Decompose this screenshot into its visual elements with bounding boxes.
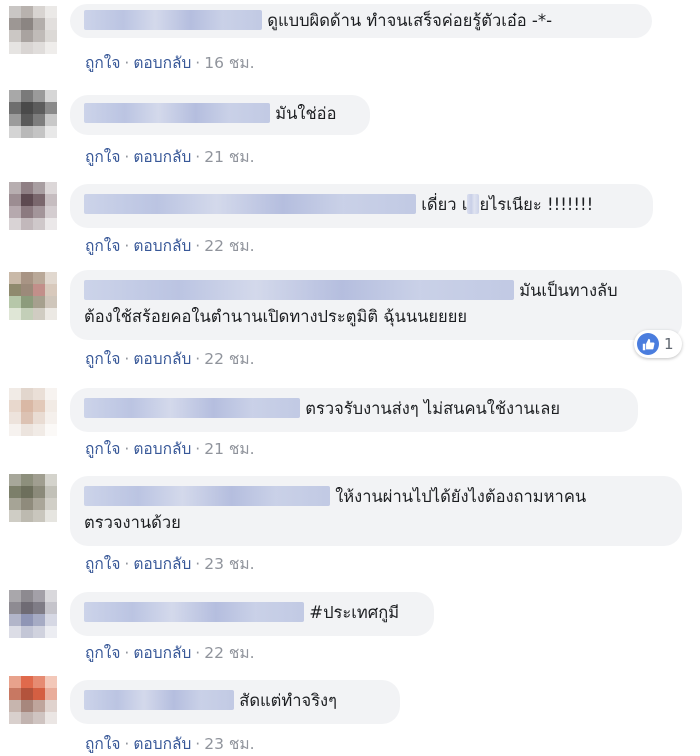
blurred-author-name[interactable] bbox=[84, 103, 270, 123]
like-link[interactable]: ถูกใจ bbox=[85, 644, 120, 662]
comment-bubble: มันเป็นทางลับ ต้องใช้สร้อยคอในตำนานเปิดท… bbox=[70, 270, 682, 340]
like-thumb-icon bbox=[637, 333, 659, 355]
comment-actions: ถูกใจ · ตอบกลับ · 22 ชม. bbox=[85, 350, 255, 368]
reply-link[interactable]: ตอบกลับ bbox=[133, 350, 191, 368]
avatar[interactable] bbox=[9, 590, 57, 638]
reply-link[interactable]: ตอบกลับ bbox=[133, 148, 191, 166]
comment-actions: ถูกใจ · ตอบกลับ · 23 ชม. bbox=[85, 555, 255, 573]
avatar[interactable] bbox=[9, 90, 57, 138]
blurred-author-name[interactable] bbox=[84, 280, 514, 300]
comment-actions: ถูกใจ · ตอบกลับ · 22 ชม. bbox=[85, 237, 255, 255]
blurred-author-name[interactable] bbox=[84, 690, 234, 710]
comment-bubble: ให้งานผ่านไปได้ยังไงต้องถามหาคน ตรวจงานด… bbox=[70, 476, 682, 546]
avatar[interactable] bbox=[9, 182, 57, 230]
timestamp[interactable]: 22 ชม. bbox=[204, 237, 254, 255]
timestamp[interactable]: 23 ชม. bbox=[204, 735, 254, 753]
comment-bubble: เดี่ยว เ ยไรเนียะ !!!!!!! bbox=[70, 184, 653, 228]
blurred-word bbox=[467, 194, 480, 214]
like-link[interactable]: ถูกใจ bbox=[85, 555, 120, 573]
like-link[interactable]: ถูกใจ bbox=[85, 735, 120, 753]
comment-text-start: เดี่ยว เ bbox=[421, 195, 468, 214]
comment-text-line2: ตรวจงานด้วย bbox=[84, 513, 181, 532]
comment-text-line1: มันเป็นทางลับ bbox=[519, 281, 618, 300]
like-link[interactable]: ถูกใจ bbox=[85, 440, 120, 458]
timestamp[interactable]: 21 ชม. bbox=[204, 148, 254, 166]
comment-actions: ถูกใจ · ตอบกลับ · 21 ชม. bbox=[85, 148, 255, 166]
comment-actions: ถูกใจ · ตอบกลับ · 23 ชม. bbox=[85, 735, 255, 753]
like-link[interactable]: ถูกใจ bbox=[85, 148, 120, 166]
like-link[interactable]: ถูกใจ bbox=[85, 54, 120, 72]
blurred-author-name[interactable] bbox=[84, 398, 300, 418]
avatar[interactable] bbox=[9, 474, 57, 522]
like-link[interactable]: ถูกใจ bbox=[85, 237, 120, 255]
comment-text: #ประเทศกูมี bbox=[309, 603, 400, 622]
comment-text: มันใช่อ่อ bbox=[275, 104, 337, 123]
comment-text: ตรวจรับงานส่งๆ ไม่สนคนใช้งานเลย bbox=[305, 399, 561, 418]
comment-bubble: ตรวจรับงานส่งๆ ไม่สนคนใช้งานเลย bbox=[70, 388, 638, 432]
timestamp[interactable]: 16 ชม. bbox=[204, 54, 254, 72]
timestamp[interactable]: 23 ชม. bbox=[204, 555, 254, 573]
blurred-author-name[interactable] bbox=[84, 194, 416, 214]
comment-actions: ถูกใจ · ตอบกลับ · 22 ชม. bbox=[85, 644, 255, 662]
comment-text: ดูแบบผิดด้าน ทำจนเสร็จค่อยรู้ตัวเอ๋อ -*- bbox=[267, 11, 553, 30]
reply-link[interactable]: ตอบกลับ bbox=[133, 735, 191, 753]
comment-actions: ถูกใจ · ตอบกลับ · 21 ชม. bbox=[85, 440, 255, 458]
reply-link[interactable]: ตอบกลับ bbox=[133, 555, 191, 573]
avatar[interactable] bbox=[9, 6, 57, 54]
comment-text-line1: ให้งานผ่านไปได้ยังไงต้องถามหาคน bbox=[335, 487, 587, 506]
comment-bubble: #ประเทศกูมี bbox=[70, 592, 434, 636]
comment-actions: ถูกใจ · ตอบกลับ · 16 ชม. bbox=[85, 54, 255, 72]
blurred-author-name[interactable] bbox=[84, 602, 304, 622]
reply-link[interactable]: ตอบกลับ bbox=[133, 237, 191, 255]
comment-bubble: มันใช่อ่อ bbox=[70, 95, 370, 135]
avatar[interactable] bbox=[9, 272, 57, 320]
reply-link[interactable]: ตอบกลับ bbox=[133, 54, 191, 72]
comment-text-end: ยไรเนียะ !!!!!!! bbox=[479, 195, 594, 214]
comment-text: สัดแต่ทำจริงๆ bbox=[239, 691, 337, 710]
reaction-count: 1 bbox=[664, 335, 674, 353]
comment-text-line2: ต้องใช้สร้อยคอในตำนานเปิดทางประตูมิติ ฉุ… bbox=[84, 307, 468, 326]
reply-link[interactable]: ตอบกลับ bbox=[133, 644, 191, 662]
avatar[interactable] bbox=[9, 676, 57, 724]
timestamp[interactable]: 21 ชม. bbox=[204, 440, 254, 458]
reaction-summary[interactable]: 1 bbox=[634, 330, 682, 358]
avatar[interactable] bbox=[9, 388, 57, 436]
comment-bubble: ดูแบบผิดด้าน ทำจนเสร็จค่อยรู้ตัวเอ๋อ -*- bbox=[70, 4, 652, 38]
blurred-author-name[interactable] bbox=[84, 10, 262, 30]
timestamp[interactable]: 22 ชม. bbox=[204, 350, 254, 368]
blurred-author-name[interactable] bbox=[84, 486, 330, 506]
like-link[interactable]: ถูกใจ bbox=[85, 350, 120, 368]
reply-link[interactable]: ตอบกลับ bbox=[133, 440, 191, 458]
comment-bubble: สัดแต่ทำจริงๆ bbox=[70, 680, 400, 724]
timestamp[interactable]: 22 ชม. bbox=[204, 644, 254, 662]
